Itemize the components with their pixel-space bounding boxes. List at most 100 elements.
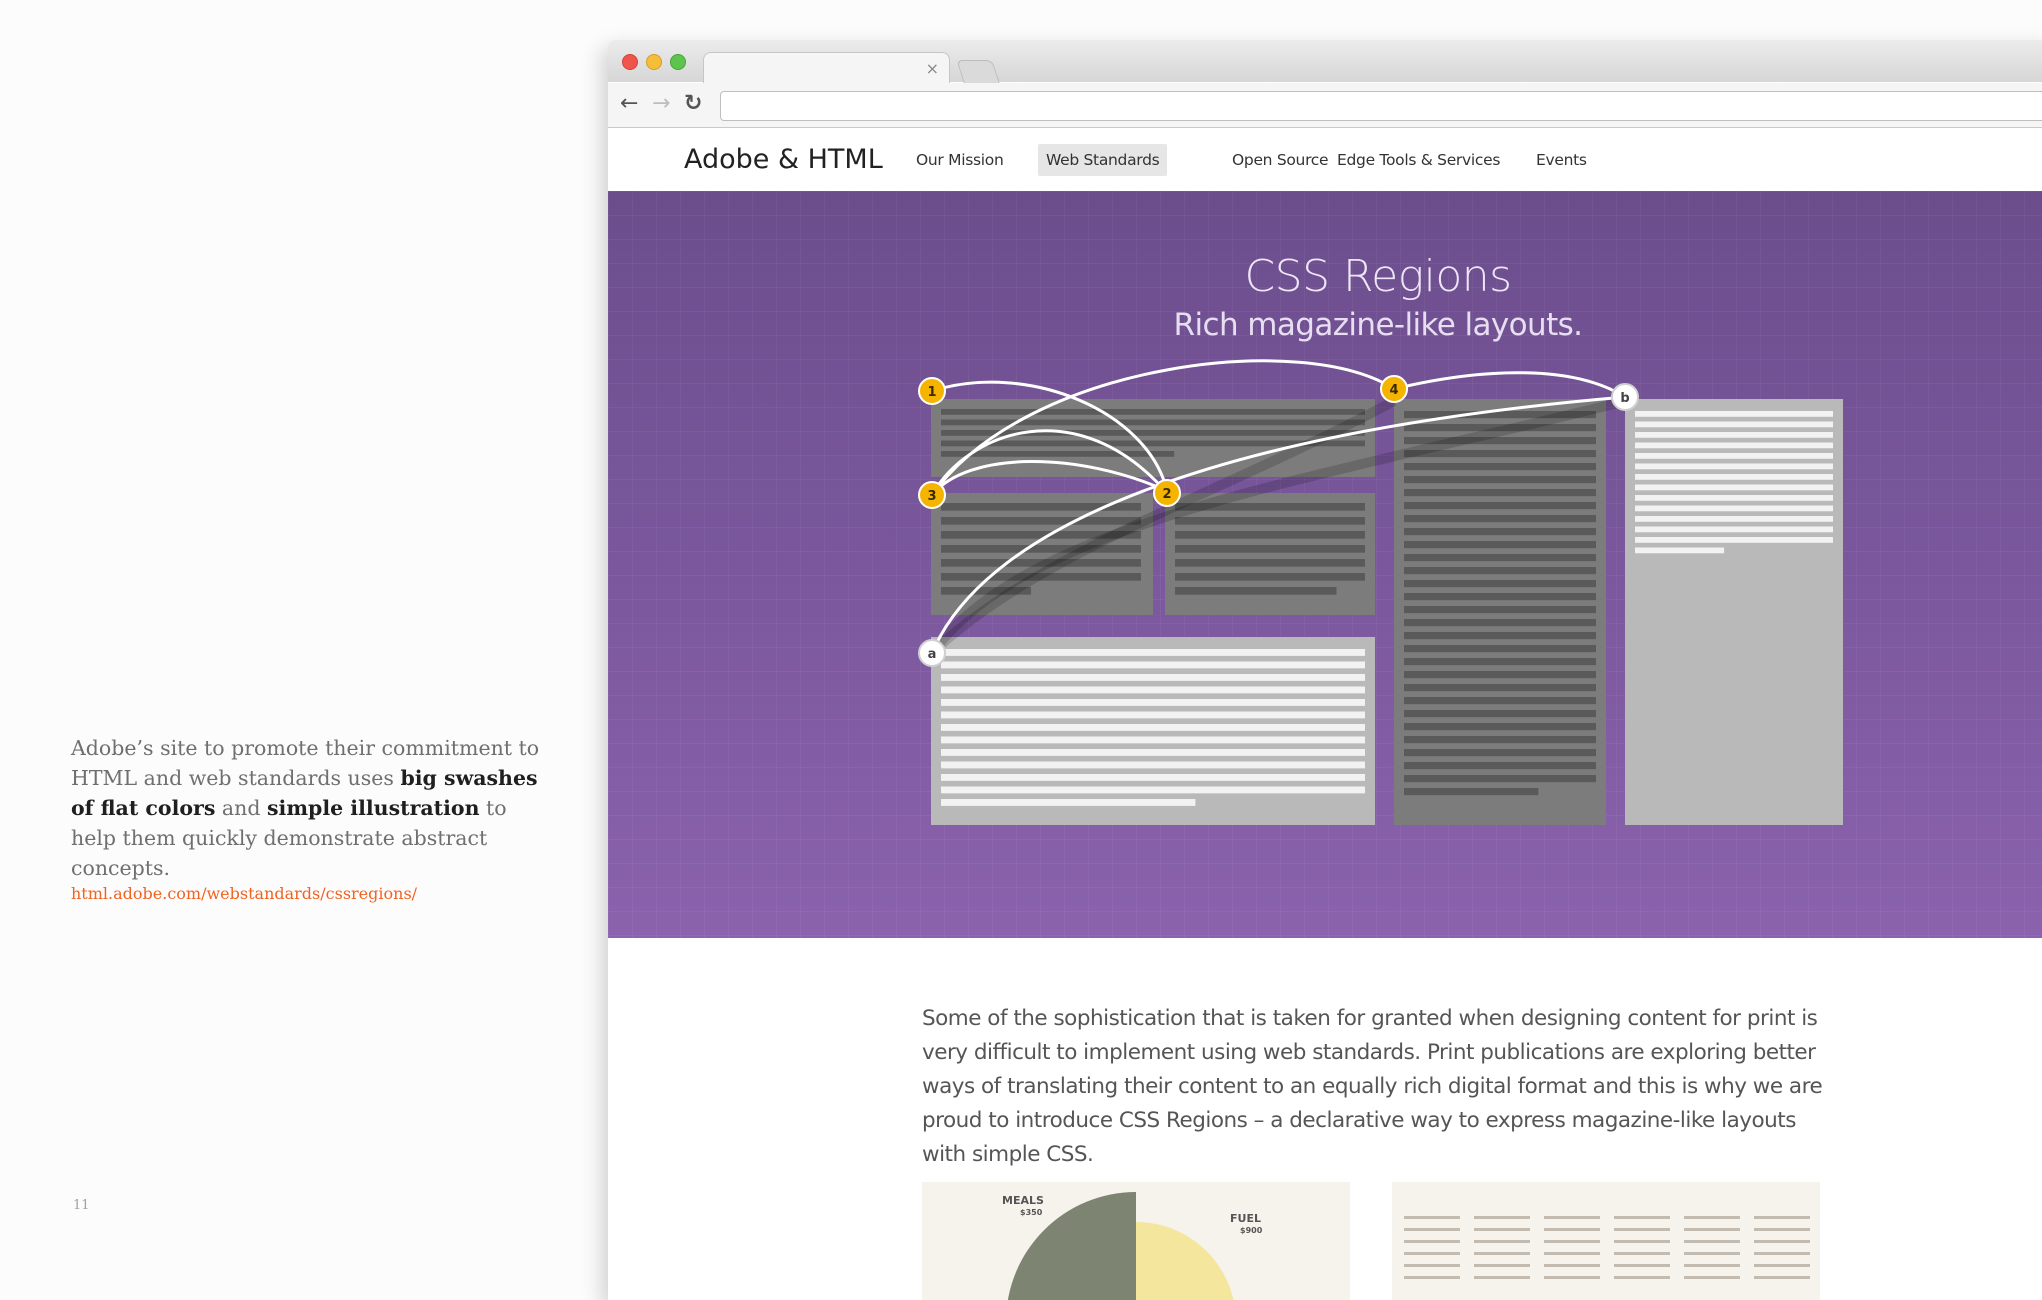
text-line bbox=[1175, 573, 1365, 581]
fuel-amount: $900 bbox=[1240, 1226, 1263, 1235]
text-line bbox=[1404, 697, 1596, 705]
text-line bbox=[1635, 474, 1833, 480]
thumbnail-text-line bbox=[1754, 1276, 1810, 1279]
text-line bbox=[1404, 710, 1596, 718]
fuel-label: FUEL bbox=[1230, 1212, 1261, 1225]
marker-2: 2 bbox=[1153, 479, 1181, 507]
thumbnail-text-line bbox=[1614, 1216, 1670, 1219]
thumbnail-text-line bbox=[1474, 1216, 1530, 1219]
text-line bbox=[1404, 580, 1596, 588]
thumbnail-text-line bbox=[1614, 1252, 1670, 1255]
thumbnail-text-line bbox=[1684, 1228, 1740, 1231]
thumbnail-text-line bbox=[1404, 1252, 1460, 1255]
text-line bbox=[941, 661, 1365, 669]
text-line bbox=[1404, 541, 1596, 549]
text-line bbox=[1635, 432, 1833, 438]
text-line bbox=[1404, 749, 1596, 757]
hero-banner: CSS Regions Rich magazine-like layouts. bbox=[608, 191, 2042, 938]
thumbnail-text-line bbox=[1404, 1240, 1460, 1243]
address-bar[interactable] bbox=[720, 91, 2042, 121]
text-line bbox=[941, 786, 1365, 794]
close-window-icon[interactable] bbox=[622, 54, 638, 70]
text-line bbox=[1635, 547, 1725, 554]
thumbnail-text-line bbox=[1544, 1252, 1600, 1255]
text-line bbox=[1404, 463, 1596, 471]
text-line bbox=[1635, 411, 1833, 417]
marker-b: b bbox=[1611, 383, 1639, 411]
thumbnail-text-line bbox=[1614, 1240, 1670, 1243]
browser-toolbar: ← → ↻ bbox=[608, 83, 2042, 128]
text-line bbox=[1404, 515, 1596, 523]
minimize-window-icon[interactable] bbox=[646, 54, 662, 70]
text-line bbox=[1635, 516, 1833, 522]
nav-our-mission[interactable]: Our Mission bbox=[908, 144, 1011, 176]
text-line bbox=[1635, 453, 1833, 459]
region-box-b bbox=[1625, 399, 1843, 825]
thumbnail-text-line bbox=[1684, 1276, 1740, 1279]
tab-strip: × bbox=[608, 40, 2042, 85]
text-line bbox=[941, 749, 1365, 756]
text-line bbox=[1635, 484, 1833, 491]
svg-text:a: a bbox=[928, 647, 937, 662]
text-line bbox=[941, 724, 1365, 731]
browser-window: × ← → ↻ Adobe & HTML Our Mission Web Sta… bbox=[608, 40, 2042, 1300]
slide-caption: Adobe’s site to promote their commitment… bbox=[71, 733, 551, 883]
text-line bbox=[1404, 476, 1596, 484]
meals-label: MEALS bbox=[1002, 1194, 1044, 1207]
nav-edge-tools[interactable]: Edge Tools & Services bbox=[1329, 144, 1508, 176]
page-number: 11 bbox=[73, 1198, 90, 1213]
nav-open-source[interactable]: Open Source bbox=[1224, 144, 1336, 176]
text-line bbox=[941, 736, 1365, 744]
text-line bbox=[1175, 545, 1365, 553]
marker-4: 4 bbox=[1380, 375, 1408, 403]
thumbnail-text-line bbox=[1544, 1240, 1600, 1243]
marker-a: a bbox=[918, 639, 946, 667]
text-line bbox=[1404, 619, 1596, 627]
thumbnail-text-line bbox=[1614, 1276, 1670, 1279]
marker-1: 1 bbox=[918, 377, 946, 405]
connector-4-b bbox=[1393, 371, 1626, 399]
site-header: Adobe & HTML Our Mission Web Standards O… bbox=[608, 128, 2042, 191]
zoom-window-icon[interactable] bbox=[670, 54, 686, 70]
forward-arrow-icon[interactable]: → bbox=[652, 89, 670, 119]
thumbnail-text-line bbox=[1474, 1240, 1530, 1243]
example-thumbnail-2[interactable] bbox=[1392, 1182, 1820, 1300]
nav-events[interactable]: Events bbox=[1528, 144, 1595, 176]
text-line bbox=[1404, 723, 1596, 731]
svg-text:1: 1 bbox=[927, 385, 936, 400]
site-logo[interactable]: Adobe & HTML bbox=[684, 144, 883, 175]
back-arrow-icon[interactable]: ← bbox=[620, 89, 638, 119]
source-link[interactable]: html.adobe.com/webstandards/cssregions/ bbox=[71, 884, 417, 903]
thumbnail-text-line bbox=[1404, 1264, 1460, 1267]
nav-web-standards[interactable]: Web Standards bbox=[1038, 144, 1168, 176]
svg-text:3: 3 bbox=[927, 489, 936, 504]
text-line bbox=[1404, 567, 1596, 575]
thumbnail-text-line bbox=[1404, 1276, 1460, 1279]
close-icon[interactable]: × bbox=[926, 59, 939, 78]
text-line bbox=[1635, 421, 1833, 428]
thumbnail-text-line bbox=[1474, 1264, 1530, 1267]
new-tab-button[interactable] bbox=[956, 60, 1000, 83]
thumbnail-text-line bbox=[1404, 1216, 1460, 1219]
thumbnail-text-line bbox=[1544, 1216, 1600, 1219]
intro-paragraph: Some of the sophistication that is taken… bbox=[922, 1006, 1823, 1167]
thumbnail-text-line bbox=[1544, 1276, 1600, 1279]
text-line bbox=[1635, 495, 1833, 501]
text-line bbox=[1404, 593, 1596, 601]
example-thumbnail-1[interactable]: MEALS $350 FUEL $900 bbox=[922, 1182, 1350, 1300]
thumbnail-text-line bbox=[1684, 1264, 1740, 1267]
text-line bbox=[1635, 537, 1833, 543]
browser-tab[interactable]: × bbox=[703, 52, 950, 85]
css-regions-illustration: 1 2 3 4 a b bbox=[918, 359, 1843, 825]
text-line bbox=[1404, 502, 1596, 510]
thumbnail-pie-illustration bbox=[1007, 1192, 1234, 1300]
thumbnail-text-line bbox=[1754, 1252, 1810, 1255]
thumbnail-text-line bbox=[1684, 1240, 1740, 1243]
text-line bbox=[1635, 463, 1833, 470]
thumbnail-text-line bbox=[1754, 1240, 1810, 1243]
text-line bbox=[1175, 531, 1365, 539]
text-line bbox=[941, 409, 1365, 415]
thumbnail-text-line bbox=[1474, 1252, 1530, 1255]
marker-3: 3 bbox=[918, 481, 946, 509]
reload-icon[interactable]: ↻ bbox=[684, 89, 702, 119]
